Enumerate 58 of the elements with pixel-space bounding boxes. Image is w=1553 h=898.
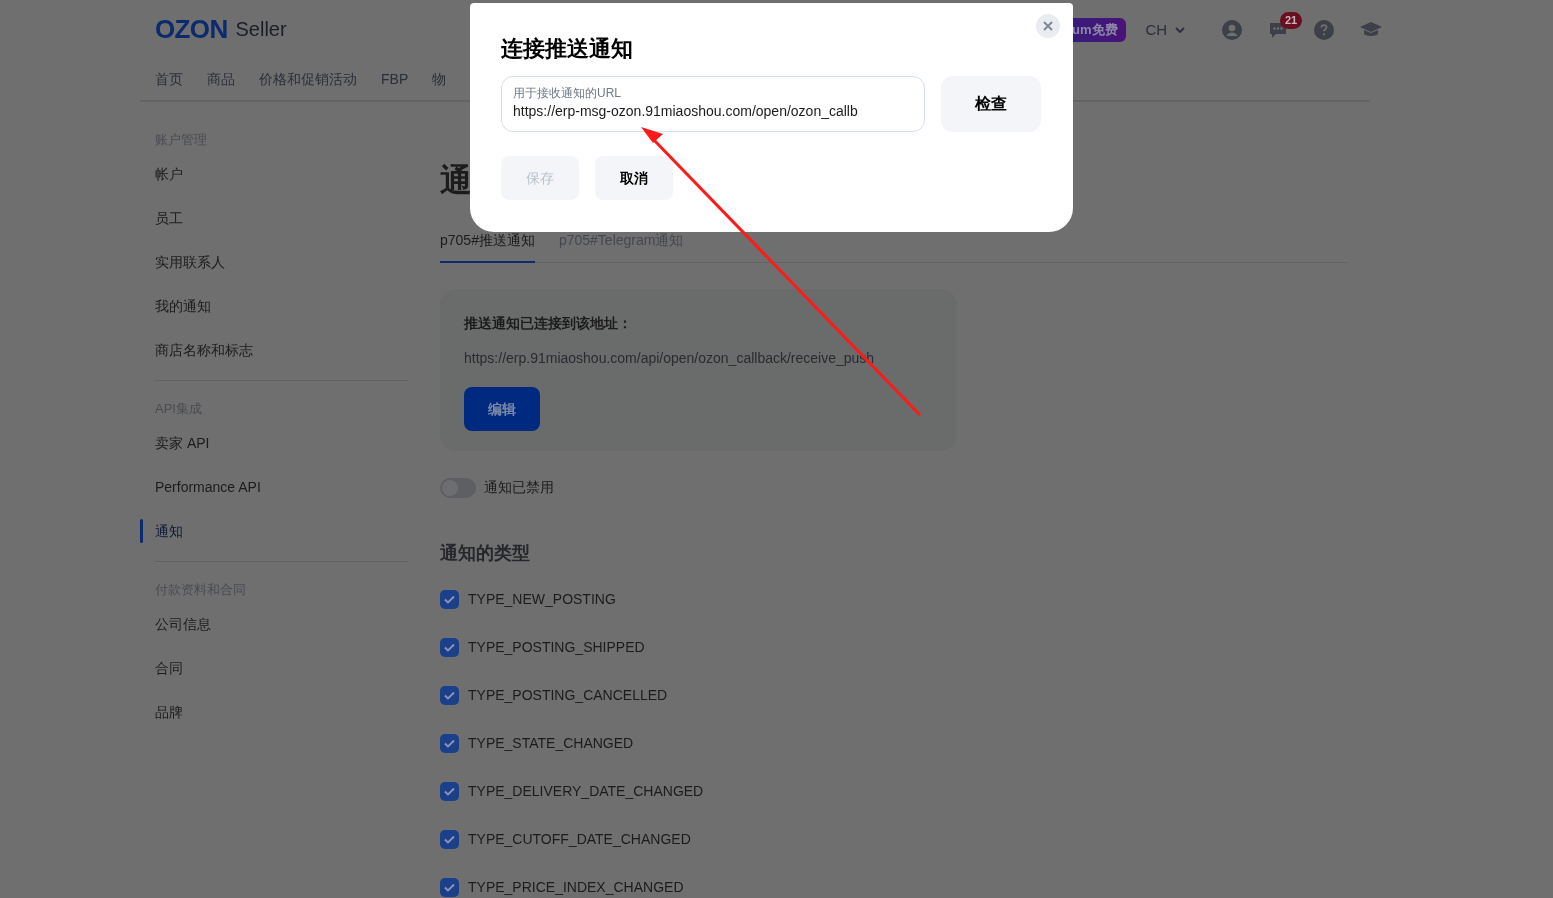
checkmark-icon <box>444 786 455 796</box>
checkbox[interactable] <box>440 589 459 609</box>
save-button: 保存 <box>501 156 579 200</box>
user-icon[interactable] <box>1222 20 1242 40</box>
checkbox[interactable] <box>440 685 459 705</box>
sidebar-item[interactable]: 通知 <box>140 520 183 542</box>
page-title: 通 <box>440 161 472 200</box>
modal-title: 连接推送通知 <box>501 35 634 63</box>
nav-link[interactable]: 价格和促销活动 <box>259 69 357 90</box>
toggle-label: 通知已禁用 <box>484 478 554 497</box>
active-indicator <box>140 519 143 543</box>
check-button[interactable]: 检查 <box>941 76 1041 132</box>
sidebar-item[interactable]: 我的通知 <box>140 295 211 317</box>
nav-link[interactable]: 物 <box>432 69 447 90</box>
checkbox[interactable] <box>440 829 459 849</box>
close-button[interactable] <box>1036 14 1060 38</box>
sidebar-item[interactable]: 实用联系人 <box>140 251 225 273</box>
sidebar-item[interactable]: 品牌 <box>140 701 183 723</box>
checkbox[interactable] <box>440 781 459 801</box>
chevron-down-icon <box>1175 27 1186 33</box>
close-icon <box>1043 21 1053 31</box>
checkbox[interactable] <box>440 733 459 753</box>
help-icon[interactable] <box>1314 20 1334 40</box>
sidebar-item[interactable]: Performance API <box>140 476 261 498</box>
checkbox-label: TYPE_POSTING_CANCELLED <box>468 685 668 705</box>
checkbox-label: TYPE_STATE_CHANGED <box>468 733 634 753</box>
checkmark-icon <box>444 834 455 844</box>
sidebar-item[interactable]: 帐户 <box>140 163 183 185</box>
checkbox-label: TYPE_PRICE_INDEX_CHANGED <box>468 877 684 897</box>
sidebar-item[interactable]: 卖家 API <box>140 432 210 454</box>
checkbox-label: TYPE_DELIVERY_DATE_CHANGED <box>468 781 704 801</box>
brand-subtitle: Seller <box>235 19 287 39</box>
checkbox-label: TYPE_POSTING_SHIPPED <box>468 637 645 657</box>
nav-link[interactable]: 首页 <box>155 69 183 90</box>
nav-link[interactable]: 商品 <box>207 69 235 90</box>
edit-button[interactable]: 编辑 <box>464 387 540 431</box>
checkmark-icon <box>444 690 455 700</box>
url-input-field[interactable]: 用于接收通知的URL https://erp-msg-ozon.91miaoshou.com/open/ozon_callb <box>501 76 925 132</box>
checkmark-icon <box>444 738 455 748</box>
checkmark-icon <box>444 594 455 604</box>
checkbox-label: TYPE_NEW_POSTING <box>468 589 616 609</box>
graduation-cap-icon[interactable] <box>1360 22 1382 38</box>
checkbox[interactable] <box>440 637 459 657</box>
checkbox-label: TYPE_CUTOFF_DATE_CHANGED <box>468 829 691 849</box>
sidebar-item[interactable]: 员工 <box>140 207 183 229</box>
language-selector[interactable]: CH <box>1145 18 1186 42</box>
checkmark-icon <box>444 642 455 652</box>
notification-count: 21 <box>1280 12 1303 29</box>
cancel-button[interactable]: 取消 <box>595 156 673 200</box>
card-heading: 推送通知已连接到该地址： <box>464 314 633 333</box>
checkmark-icon <box>444 882 455 892</box>
sidebar-item[interactable]: 合同 <box>140 657 183 679</box>
sidebar-item[interactable]: 公司信息 <box>140 613 211 635</box>
section-title: 通知的类型 <box>440 542 530 565</box>
nav-link[interactable]: FBP <box>381 69 409 90</box>
brand-logo[interactable]: OZON <box>155 16 228 42</box>
checkbox[interactable] <box>440 877 459 897</box>
sidebar-item[interactable]: 商店名称和标志 <box>140 339 253 361</box>
